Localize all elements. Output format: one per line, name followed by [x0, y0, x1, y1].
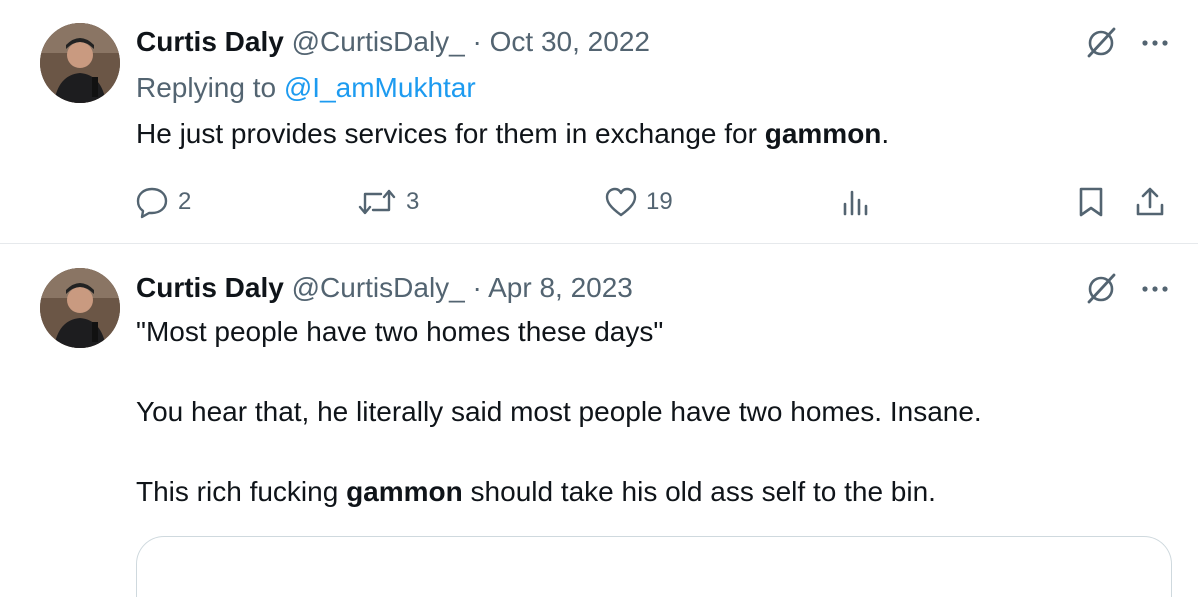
author-handle[interactable]: @CurtisDaly_	[292, 26, 465, 57]
more-icon[interactable]	[1140, 35, 1170, 53]
reply-icon	[134, 185, 170, 219]
author-name[interactable]: Curtis Daly	[136, 26, 284, 57]
views-button[interactable]	[840, 180, 870, 224]
replying-to-link[interactable]: @I_amMukhtar	[284, 72, 476, 103]
replying-prefix: Replying to	[136, 72, 277, 103]
author-handle[interactable]: @CurtisDaly_	[292, 272, 465, 303]
tweet-line-1: "Most people have two homes these days"	[136, 316, 664, 347]
tweet-text-bold: gammon	[346, 476, 463, 507]
replying-to: Replying to @I_amMukhtar	[136, 68, 476, 108]
like-button[interactable]: 19	[604, 180, 673, 224]
tweet-text-part: .	[881, 118, 890, 149]
tweet-header: Curtis Daly @CurtisDaly_ · Apr 8, 2023	[136, 268, 633, 308]
tweet[interactable]: Curtis Daly @CurtisDaly_ · Oct 30, 2022 …	[0, 0, 1198, 244]
tweet-top-icons	[1084, 24, 1170, 64]
like-icon	[604, 186, 638, 218]
reply-button[interactable]: 2	[134, 180, 191, 224]
grok-icon[interactable]	[1084, 25, 1118, 64]
like-count: 19	[646, 188, 673, 215]
share-icon	[1134, 185, 1166, 219]
tweet-text: "Most people have two homes these days" …	[136, 312, 982, 512]
avatar[interactable]	[40, 268, 120, 348]
tweet-text-part: He just provides services for them in ex…	[136, 118, 765, 149]
author-name[interactable]: Curtis Daly	[136, 272, 284, 303]
separator-dot: ·	[472, 26, 482, 57]
grok-icon[interactable]	[1084, 271, 1118, 310]
tweet-date[interactable]: Apr 8, 2023	[488, 272, 633, 303]
retweet-count: 3	[406, 188, 420, 215]
tweet-header: Curtis Daly @CurtisDaly_ · Oct 30, 2022	[136, 22, 650, 62]
retweet-icon	[356, 185, 398, 219]
tweet[interactable]: Curtis Daly @CurtisDaly_ · Apr 8, 2023 "…	[0, 244, 1198, 597]
retweet-button[interactable]: 3	[356, 180, 419, 224]
tweet-text-part: This rich fucking	[136, 476, 347, 507]
avatar[interactable]	[40, 23, 120, 103]
tweet-actions: 2 3 19	[134, 180, 1174, 224]
tweet-text: He just provides services for them in ex…	[136, 114, 889, 154]
tweet-line-2: You hear that, he literally said most pe…	[136, 396, 982, 427]
views-icon	[840, 186, 870, 218]
bookmark-icon	[1076, 185, 1106, 219]
tweet-date[interactable]: Oct 30, 2022	[490, 26, 650, 57]
bookmark-button[interactable]	[1076, 180, 1106, 224]
separator-dot: ·	[472, 272, 482, 303]
more-icon[interactable]	[1140, 281, 1170, 299]
tweet-top-icons	[1084, 270, 1170, 310]
tweet-text-bold: gammon	[764, 118, 882, 149]
share-button[interactable]	[1134, 180, 1166, 224]
tweet-text-part: should take his old ass self to the bin.	[462, 476, 936, 507]
quoted-card[interactable]	[136, 536, 1172, 597]
reply-count: 2	[178, 188, 192, 215]
